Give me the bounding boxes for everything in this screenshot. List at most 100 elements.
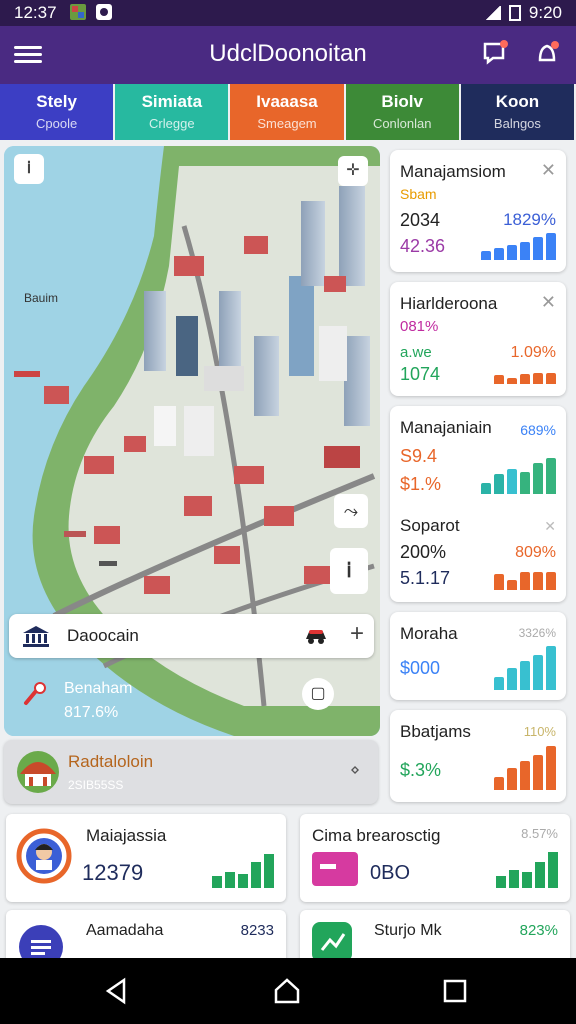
metric-card[interactable]: Hiarlderoona ✕ 081% a.we 1074 1.09%	[390, 282, 566, 396]
house-icon	[16, 750, 60, 799]
summary-percent: 823%	[519, 922, 558, 939]
map-route-button[interactable]: ⤳	[334, 494, 368, 528]
metric-bar	[494, 574, 504, 590]
metric-name: Bbatjams	[400, 722, 471, 741]
map-info-panel-button[interactable]: ⅰ	[330, 548, 368, 594]
summary-card[interactable]: Cima brearosctig 8.57% 0BO	[300, 814, 570, 902]
metric-value-1: 200%	[400, 542, 447, 562]
map-info-button[interactable]: ⅰ	[14, 154, 44, 184]
car-icon[interactable]	[304, 626, 328, 651]
pin-icon	[22, 681, 48, 712]
tab-label: Stely	[36, 92, 77, 111]
summary-name: Aamadaha	[86, 922, 164, 939]
plus-icon: ✛	[346, 162, 360, 179]
metric-value-1: 2034	[400, 210, 441, 230]
tab-biolv[interactable]: Biolv Conlonlan	[345, 84, 461, 140]
metric-bar	[520, 572, 530, 590]
metric-card[interactable]: Manajamsiom ✕ Sbam 2034 42.36 1829%	[390, 150, 566, 272]
home-icon[interactable]	[272, 976, 302, 1006]
metric-name: Manajamsiom	[400, 162, 506, 181]
metric-bar	[481, 251, 491, 260]
metric-percent: 110%	[523, 724, 556, 739]
summary-name: Sturjo Mk	[374, 922, 442, 939]
signal-icon	[484, 6, 501, 20]
metric-value-1: $.3%	[400, 760, 442, 780]
metric-bar	[481, 483, 491, 494]
summary-card[interactable]: Maiajassia 12379	[6, 814, 286, 902]
summary-value: 0BO	[370, 862, 411, 884]
map-add-button[interactable]: ✛	[338, 156, 368, 186]
summary-bars	[496, 852, 558, 888]
metric-bars	[494, 564, 556, 590]
metric-bar	[546, 458, 556, 494]
metric-bars	[481, 230, 556, 260]
metric-name: Soparot	[400, 516, 460, 535]
media-notification-icon	[96, 4, 112, 20]
map-lock-button[interactable]: ▢	[302, 678, 334, 710]
close-icon[interactable]: ✕	[544, 518, 556, 535]
feature-sub: 2SIB55SS	[68, 778, 124, 792]
notification-icon[interactable]	[534, 40, 560, 66]
metric-bar	[494, 677, 504, 690]
metric-card[interactable]: Manajaniain 689% S9.4 $1.% Soparot ✕ 200…	[390, 406, 566, 602]
tab-simiata[interactable]: Simiata Crlegge	[115, 84, 231, 140]
close-icon[interactable]: ✕	[541, 160, 556, 181]
metric-bar	[546, 233, 556, 260]
metric-bar	[507, 378, 517, 384]
system-nav-bar	[0, 958, 576, 1024]
metric-card[interactable]: Bbatjams 110% $.3%	[390, 710, 566, 802]
metric-card[interactable]: Moraha 3326% $000	[390, 612, 566, 700]
metric-percent: 3326%	[518, 626, 556, 640]
tab-sub: Cpoole	[36, 116, 78, 131]
metric-percent: 809%	[515, 544, 556, 561]
metric-bar	[546, 746, 556, 790]
square-icon: ▢	[310, 685, 326, 702]
metric-percent: 1.09%	[510, 344, 556, 361]
metric-name: Hiarlderoona	[400, 294, 498, 313]
info-icon: ⅰ	[26, 160, 32, 177]
feature-card[interactable]: Radtaloloin 2SIB55SS ⋄	[4, 740, 378, 804]
feature-title: Radtaloloin	[68, 752, 154, 771]
summary-name: Cima brearosctig	[312, 826, 441, 845]
back-icon[interactable]	[102, 976, 132, 1006]
metric-bar	[494, 777, 504, 790]
metric-sub: Sbam	[400, 186, 437, 202]
battery-icon	[508, 5, 521, 21]
map-search-bar[interactable]: Daoocain +	[9, 614, 374, 658]
tab-sub: Crlegge	[149, 116, 195, 131]
metric-bar	[507, 580, 517, 590]
tab-label: Biolv	[381, 92, 423, 111]
metric-value-2: $1.%	[400, 474, 442, 494]
tab-ivaaasa[interactable]: Ivaaasa Smeagem	[230, 84, 346, 140]
app-bar: UdclDoonoitan	[0, 26, 576, 84]
metric-value-1: a.we	[400, 344, 432, 361]
add-icon[interactable]: +	[350, 620, 364, 648]
metric-bar	[533, 655, 543, 690]
metric-bars	[481, 458, 556, 494]
avatar	[16, 828, 72, 889]
metric-bar	[507, 768, 517, 790]
tab-sub: Smeagem	[257, 116, 317, 131]
diamond-icon: ⋄	[349, 762, 360, 779]
tab-stely[interactable]: Stely Cpoole	[0, 84, 116, 140]
tab-label: Simiata	[141, 92, 203, 111]
metric-bars	[494, 646, 556, 690]
close-icon[interactable]: ✕	[541, 292, 556, 313]
status-bar: 12:37 9:20	[0, 0, 576, 26]
metric-bar	[494, 474, 504, 494]
metric-bar	[533, 237, 543, 260]
metric-bar	[520, 661, 530, 690]
summary-bars	[212, 852, 274, 888]
metric-bar	[533, 572, 543, 590]
metric-name: Manajaniain	[400, 418, 492, 437]
route-icon: ⤳	[343, 501, 359, 521]
tab-koon[interactable]: Koon Balngos	[460, 84, 576, 140]
city-map[interactable]: Bauim ⅰ ✛ ⤳ ⅰ Daoocain + Benaham 817.6% …	[4, 146, 380, 736]
message-icon[interactable]	[482, 40, 508, 66]
recents-icon[interactable]	[440, 976, 470, 1006]
map-place-label: Bauim	[24, 291, 59, 305]
metric-sub: 081%	[400, 318, 439, 335]
tab-label: Ivaaasa	[256, 92, 318, 111]
metric-bars	[494, 746, 556, 790]
metric-percent: 1829%	[503, 210, 556, 229]
